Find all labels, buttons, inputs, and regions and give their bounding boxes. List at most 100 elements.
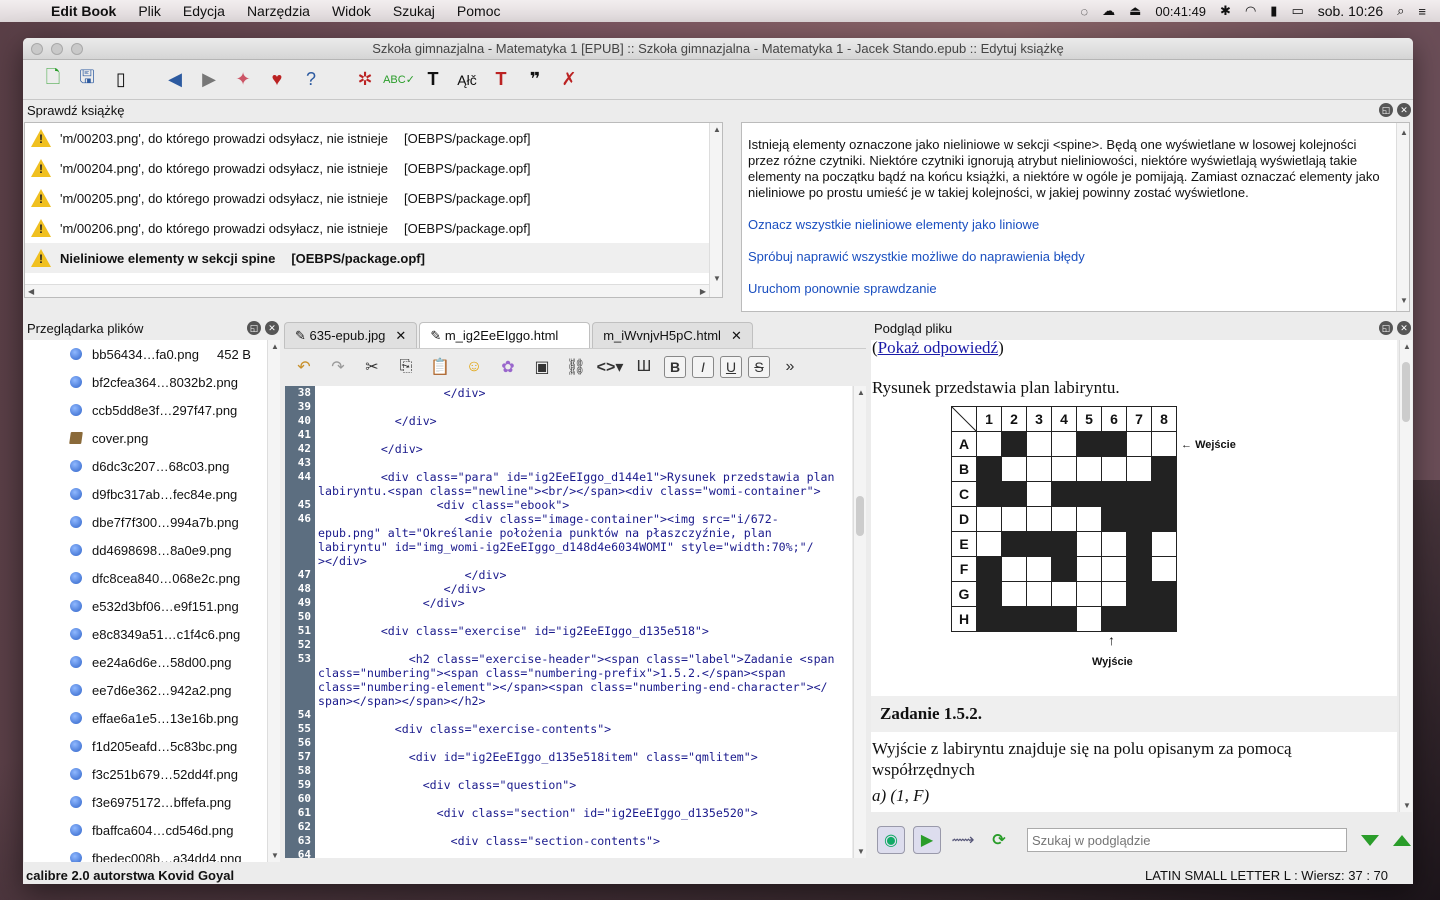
file-item[interactable]: bf2cfea364…8032b2.png [24,368,280,396]
file-item[interactable]: f1d205eafd…5c83bc.png [24,732,280,760]
new-file-icon[interactable]: 🗋 [39,66,67,94]
close-icon[interactable]: ✕ [1397,321,1411,335]
undo-icon[interactable]: ↶ [290,354,318,380]
file-list-scrollbar[interactable]: ▲ ▼ [267,340,280,862]
code-line[interactable]: labiryntu" id="img_womi-ig2EeEIggo_d148d… [285,540,835,554]
underline-icon[interactable]: U [720,355,742,378]
sync-preview-icon[interactable]: ◉ [877,826,905,854]
split-icon[interactable]: ⟿ [949,826,977,854]
file-item[interactable]: dbe7f7f300…994a7b.png [24,508,280,536]
bluetooth-icon[interactable]: ✱ [1220,3,1231,19]
code-line[interactable]: 49 </div> [285,596,835,610]
insert-tag-icon[interactable]: <>▾ [596,354,624,380]
tab-m-ig2EeEIggo-html[interactable]: ✎ m_ig2EeEIggo.html✕ [419,322,591,348]
insert-link-icon[interactable]: ⛓ [562,354,590,380]
tab-m-iWvnjvH5pC-html[interactable]: m_iWvnjvH5pC.html ✕ [592,322,753,348]
code-line[interactable]: 56 [285,736,835,750]
mark-linear-link[interactable]: Oznacz wszystkie nieliniowe elementy jak… [748,217,1391,233]
bold-icon[interactable]: B [664,355,686,378]
text-icon[interactable]: T [419,66,447,94]
close-icon[interactable]: ✕ [265,321,279,335]
flag-icon[interactable]: ▮ [1270,3,1277,19]
copy-icon[interactable]: ⎘ [392,354,420,380]
import-icon[interactable]: ▯ [107,66,135,94]
code-line[interactable]: 64 [285,848,835,858]
battery-icon[interactable]: ▭ [1291,3,1303,19]
menu-szukaj[interactable]: Szukaj [382,3,446,19]
checkpoint-icon[interactable]: ✦ [229,66,257,94]
file-item[interactable]: dd4698698…8a0e9.png [24,536,280,564]
float-icon[interactable]: ◱ [247,321,261,335]
code-line[interactable]: 50 [285,610,835,624]
file-item[interactable]: ee7d6e362…942a2.png [24,676,280,704]
check-row-selected[interactable]: Nieliniowe elementy w sekcji spine [OEBPS… [25,243,722,273]
refresh-icon[interactable]: ⟳ [985,826,1013,854]
insert-image-icon[interactable]: ▣ [528,354,556,380]
code-line[interactable]: labiryntu.<span class="newline"><br/></s… [285,484,835,498]
forward-icon[interactable]: ▶ [195,66,223,94]
code-line[interactable]: 53 <h2 class="exercise-header"><span cla… [285,652,835,666]
cloud-icon[interactable]: ☁ [1102,3,1115,19]
code-line[interactable]: 47 </div> [285,568,835,582]
menu-narzedzia[interactable]: Narzędzia [236,3,321,19]
code-line[interactable]: 63 <div class="section-contents"> [285,834,835,848]
menu-edycja[interactable]: Edycja [172,3,236,19]
code-line[interactable]: 59 <div class="question"> [285,778,835,792]
preview-search-input[interactable] [1027,828,1347,852]
preview-scrollbar[interactable]: ▲ ▼ [1399,340,1412,812]
back-icon[interactable]: ◀ [161,66,189,94]
menu-app[interactable]: Edit Book [40,3,127,19]
file-item[interactable]: bb56434…fa0.png 452 B [24,340,280,368]
code-line[interactable]: epub.png" alt="Określanie położenia punk… [285,526,835,540]
code-line[interactable]: span></span></span></h2> [285,694,835,708]
search-prev-icon[interactable] [1393,834,1411,846]
code-line[interactable]: 57 <div id="ig2EeEIggo_d135e518item" cla… [285,750,835,764]
code-line[interactable]: 39 [285,400,835,414]
code-editor[interactable]: 38 </div> 39 40 </div> 41 42 </div> 43 44 <div… [285,386,852,858]
donate-heart-icon[interactable]: ♥ [263,66,291,94]
check-row[interactable]: 'm/00205.png', do którego prowadzi odsył… [25,183,722,213]
file-item[interactable]: cover.png [24,424,280,452]
file-item[interactable]: e8c8349a51…c1f4c6.png [24,620,280,648]
close-icon[interactable]: ✕ [1397,103,1411,117]
paste-icon[interactable]: 📋 [426,354,454,380]
code-line[interactable]: class="numbering"><span class="numbering… [285,666,835,680]
check-description-scrollbar[interactable]: ▲ ▼ [1396,123,1409,311]
sync-icon[interactable]: ◌ [1080,4,1088,19]
code-line[interactable]: class="numbering-element"></span><span c… [285,680,835,694]
bug-check-icon[interactable]: ✲ [351,66,379,94]
check-row[interactable]: 'm/00206.png', do którego prowadzi odsył… [25,213,722,243]
spellcheck-icon[interactable]: ABC✓ [383,66,415,94]
redo-icon[interactable]: ↷ [324,354,352,380]
notifications-icon[interactable]: ≡ [1418,4,1426,19]
file-item[interactable]: f3c251b679…52dd4f.png [24,760,280,788]
code-line[interactable]: 38 </div> [285,386,835,400]
check-list-hscrollbar[interactable]: ◀ ▶ [25,284,709,297]
spotlight-icon[interactable]: ⌕ [1397,3,1404,19]
play-icon[interactable]: ▶ [913,826,941,854]
file-item[interactable]: effae6a1e5…13e16b.png [24,704,280,732]
strikethrough-icon[interactable]: S [748,355,770,378]
code-line[interactable]: 58 [285,764,835,778]
heading-icon[interactable]: Ш [630,354,658,380]
more-icon[interactable]: » [776,354,804,380]
file-item[interactable]: dfc8cea840…068e2c.png [24,564,280,592]
eject-icon[interactable]: ⏏ [1129,3,1141,19]
code-line[interactable]: ></div> [285,554,835,568]
flower-icon[interactable]: ✿ [494,354,522,380]
code-line[interactable]: 42 </div> [285,442,835,456]
search-next-icon[interactable] [1361,834,1379,846]
code-line[interactable]: 51 <div class="exercise" id="ig2EeEIggo_… [285,624,835,638]
file-item[interactable]: d9fbc317ab…fec84e.png [24,480,280,508]
file-item[interactable]: fbaffca604…cd546d.png [24,816,280,844]
code-line[interactable]: 55 <div class="exercise-contents"> [285,722,835,736]
code-line[interactable]: 40 </div> [285,414,835,428]
code-line[interactable]: 46 <div class="image-container"><img src… [285,512,835,526]
code-line[interactable]: 54 [285,708,835,722]
file-item[interactable]: d6dc3c207…68c03.png [24,452,280,480]
save-icon[interactable]: 🖫 [73,66,101,94]
code-line[interactable]: 52 [285,638,835,652]
close-tab-icon[interactable]: ✕ [395,328,406,344]
typography-icon[interactable]: T [487,66,515,94]
check-row[interactable]: 'm/00203.png', do którego prowadzi odsył… [25,123,722,153]
